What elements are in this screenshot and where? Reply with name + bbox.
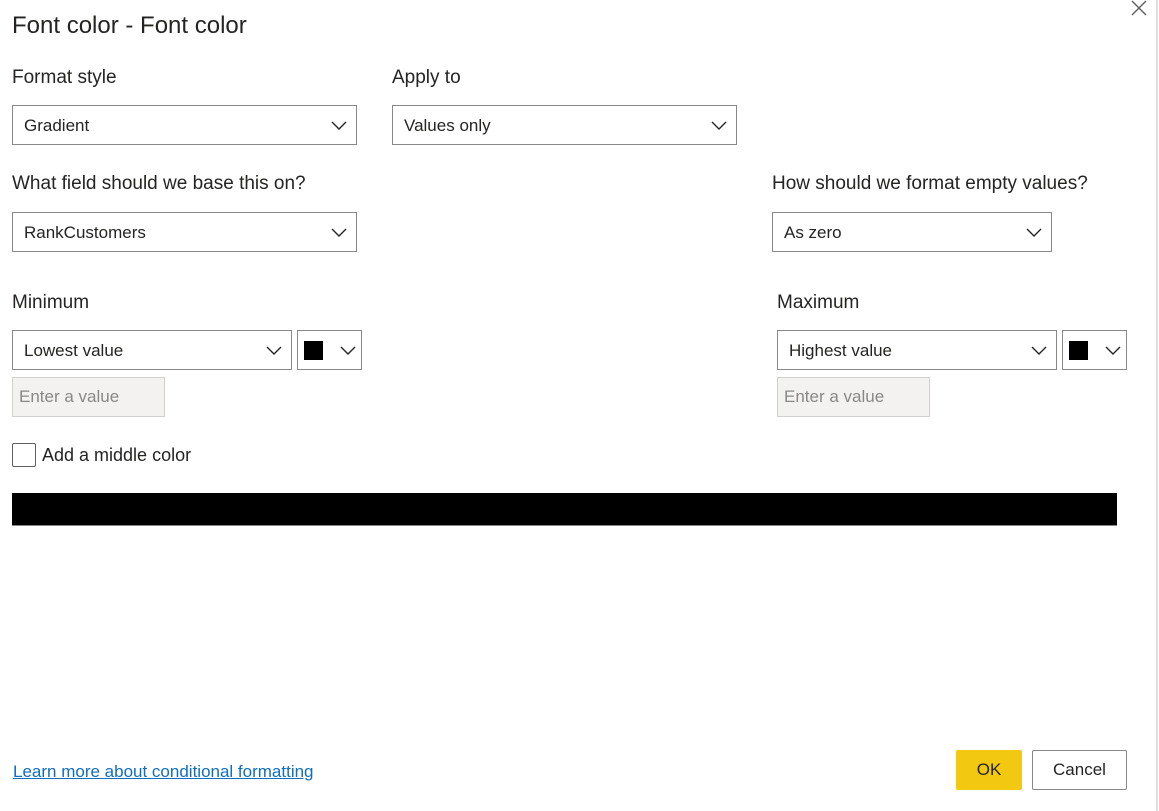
maximum-color-picker[interactable] xyxy=(1062,330,1127,370)
format-style-label: Format style xyxy=(12,67,117,88)
apply-to-value: Values only xyxy=(404,116,491,135)
empty-values-label: How should we format empty values? xyxy=(772,173,1088,194)
gradient-preview-bar xyxy=(12,493,1117,526)
chevron-down-icon xyxy=(1031,346,1047,355)
base-field-dropdown[interactable]: RankCustomers xyxy=(12,212,357,252)
chevron-down-icon xyxy=(340,346,356,355)
maximum-color-swatch xyxy=(1069,341,1088,360)
chevron-down-icon xyxy=(266,346,282,355)
base-field-label: What field should we base this on? xyxy=(12,173,306,194)
minimum-color-picker[interactable] xyxy=(297,330,362,370)
chevron-down-icon xyxy=(1105,346,1121,355)
font-color-dialog: Font color - Font color Format style Gra… xyxy=(0,0,1159,811)
chevron-down-icon xyxy=(331,228,347,237)
minimum-value-input[interactable] xyxy=(13,378,164,416)
minimum-type-value: Lowest value xyxy=(24,341,124,360)
cancel-button[interactable]: Cancel xyxy=(1032,750,1127,790)
minimum-value-input-box xyxy=(12,377,165,417)
learn-more-link[interactable]: Learn more about conditional formatting xyxy=(13,762,314,782)
minimum-color-swatch xyxy=(304,341,323,360)
dialog-edge xyxy=(1156,0,1158,811)
chevron-down-icon xyxy=(331,121,347,130)
format-style-dropdown[interactable]: Gradient xyxy=(12,105,357,145)
minimum-label: Minimum xyxy=(12,292,90,313)
base-field-value: RankCustomers xyxy=(24,223,146,242)
close-icon xyxy=(1131,0,1147,16)
dialog-title: Font color - Font color xyxy=(12,12,247,39)
maximum-value-input[interactable] xyxy=(778,378,929,416)
middle-color-checkbox[interactable] xyxy=(12,443,36,467)
empty-values-value: As zero xyxy=(784,223,842,242)
middle-color-label[interactable]: Add a middle color xyxy=(42,445,191,466)
maximum-type-value: Highest value xyxy=(789,341,893,360)
maximum-value-input-box xyxy=(777,377,930,417)
empty-values-dropdown[interactable]: As zero xyxy=(772,212,1052,252)
format-style-value: Gradient xyxy=(24,116,90,135)
apply-to-label: Apply to xyxy=(392,67,461,88)
chevron-down-icon xyxy=(711,121,727,130)
maximum-type-dropdown[interactable]: Highest value xyxy=(777,330,1057,370)
close-button[interactable] xyxy=(1128,0,1150,18)
ok-button[interactable]: OK xyxy=(956,750,1022,790)
apply-to-dropdown[interactable]: Values only xyxy=(392,105,737,145)
chevron-down-icon xyxy=(1026,228,1042,237)
minimum-type-dropdown[interactable]: Lowest value xyxy=(12,330,292,370)
maximum-label: Maximum xyxy=(777,292,860,313)
